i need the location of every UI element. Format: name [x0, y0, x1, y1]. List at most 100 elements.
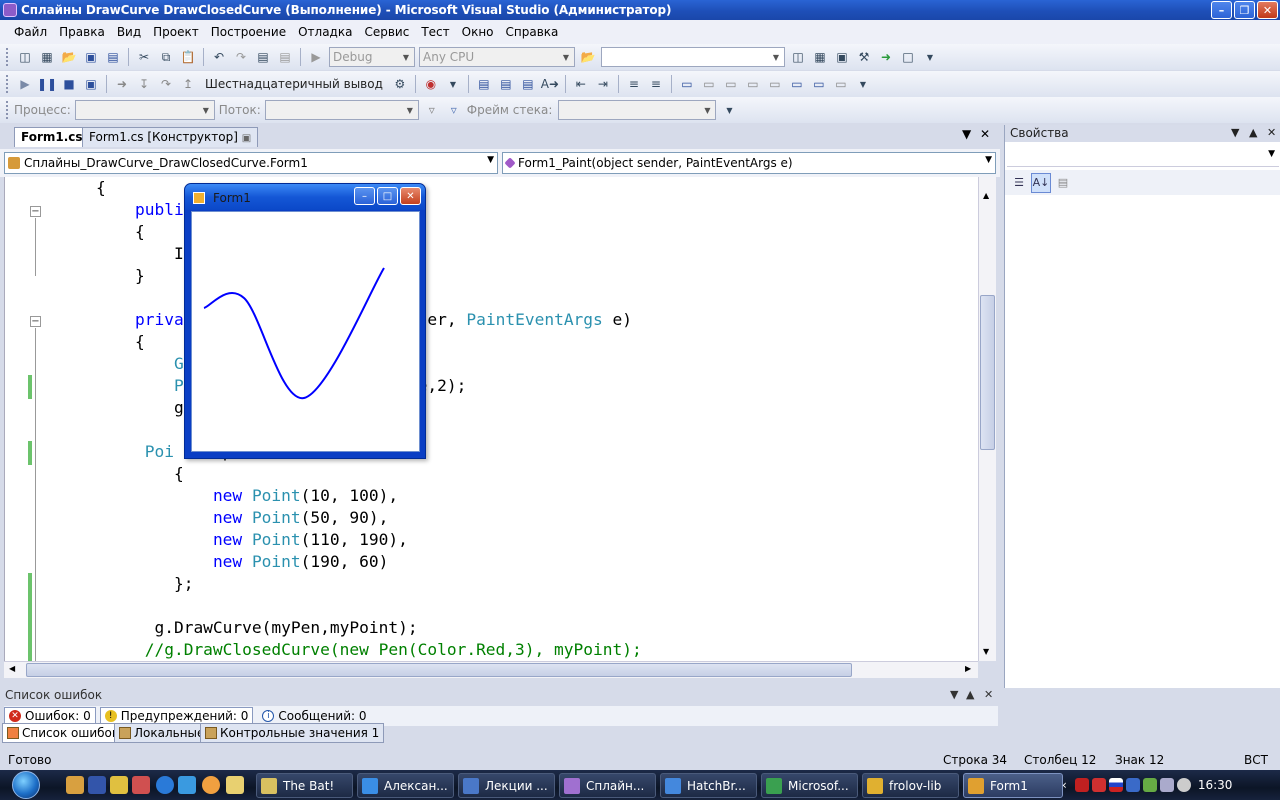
prev-bookmark-doc-icon[interactable]: ▭: [788, 75, 806, 93]
next-bookmark-folder-icon[interactable]: ▭: [766, 75, 784, 93]
next-bookmark-doc-icon[interactable]: ▭: [810, 75, 828, 93]
menu-help[interactable]: Справка: [500, 25, 565, 39]
toolbar-grip[interactable]: [6, 101, 10, 119]
start-icon[interactable]: ▶: [307, 48, 325, 66]
form1-maximize-button[interactable]: □: [377, 187, 398, 205]
taskbar-task-button[interactable]: The Bat!: [256, 773, 353, 798]
code-editor[interactable]: − − { publi { I } priva object sender, P…: [4, 177, 978, 661]
increase-indent-icon[interactable]: ⇥: [594, 75, 612, 93]
editor-horizontal-scrollbar[interactable]: ◀ ▶: [4, 661, 978, 678]
pin-icon[interactable]: ▲: [966, 688, 974, 701]
bookmark-icon[interactable]: ▭: [678, 75, 696, 93]
taskbar-task-button[interactable]: Алексан...: [357, 773, 454, 798]
step-into-icon[interactable]: ↧: [135, 75, 153, 93]
quicklaunch-app-icon[interactable]: [110, 776, 128, 794]
object-select[interactable]: ▼: [1007, 145, 1279, 167]
menu-file[interactable]: Файл: [8, 25, 53, 39]
network-icon[interactable]: [1125, 778, 1140, 792]
taskbar-task-button[interactable]: Сплайн...: [559, 773, 656, 798]
new-project-icon[interactable]: ◫: [16, 48, 34, 66]
flag-icon[interactable]: ▿: [445, 101, 463, 119]
save-icon[interactable]: ▣: [82, 48, 100, 66]
alphabetical-icon[interactable]: A↓: [1031, 172, 1051, 193]
quicklaunch-app2-icon[interactable]: [132, 776, 150, 794]
scroll-down-icon[interactable]: ▼: [983, 647, 989, 656]
property-pages-icon[interactable]: ▤: [1053, 173, 1073, 193]
scroll-right-icon[interactable]: ▶: [965, 664, 971, 673]
categorized-icon[interactable]: ☰: [1009, 173, 1029, 193]
taskbar-task-button[interactable]: HatchBr...: [660, 773, 757, 798]
hex-options-icon[interactable]: ⚙: [391, 75, 409, 93]
class-select[interactable]: Сплайны_DrawCurve_DrawClosedCurve.Form1 …: [4, 152, 498, 174]
scroll-thumb[interactable]: [980, 295, 995, 450]
menu-view[interactable]: Вид: [111, 25, 147, 39]
antivirus-icon[interactable]: [1074, 778, 1089, 792]
menu-tools[interactable]: Сервис: [358, 25, 415, 39]
text-editor-icon-2[interactable]: ▤: [497, 75, 515, 93]
object-browser-icon[interactable]: ▣: [833, 48, 851, 66]
start-button[interactable]: [0, 770, 50, 800]
menu-window[interactable]: Окно: [456, 25, 500, 39]
connection-icon[interactable]: [1159, 778, 1174, 792]
toolbar-overflow-icon[interactable]: ▼: [921, 48, 939, 66]
filter-icon[interactable]: ▿: [423, 101, 441, 119]
restore-button[interactable]: ❐: [1234, 1, 1255, 19]
tray-app-icon[interactable]: [1091, 778, 1106, 792]
scroll-thumb[interactable]: [26, 663, 852, 677]
scroll-left-icon[interactable]: ◀: [9, 664, 15, 673]
menu-debug[interactable]: Отладка: [292, 25, 358, 39]
quicklaunch-save-icon[interactable]: [88, 776, 106, 794]
add-item-icon[interactable]: ▦: [38, 48, 56, 66]
close-button[interactable]: ✕: [1257, 1, 1278, 19]
toolbar-overflow-icon[interactable]: ▼: [720, 101, 738, 119]
pause-icon[interactable]: ❚❚: [37, 75, 57, 93]
tab-watch-1[interactable]: Контрольные значения 1: [200, 723, 385, 743]
toolbar-grip[interactable]: [6, 75, 10, 93]
form1-close-button[interactable]: ✕: [400, 187, 421, 205]
solution-config-select[interactable]: Debug ▼: [329, 47, 415, 67]
minimize-button[interactable]: –: [1211, 1, 1232, 19]
form1-window[interactable]: Form1 – □ ✕: [184, 183, 426, 459]
taskbar-task-button[interactable]: frolov-lib: [862, 773, 959, 798]
process-select[interactable]: ▼: [74, 100, 215, 120]
prev-bookmark-folder-icon[interactable]: ▭: [744, 75, 762, 93]
continue-icon[interactable]: ▶: [16, 75, 34, 93]
menu-build[interactable]: Построение: [205, 25, 292, 39]
pane-dropdown-icon[interactable]: ▼: [950, 688, 958, 701]
collapse-icon[interactable]: −: [30, 316, 41, 327]
undo-icon[interactable]: ↶: [210, 48, 228, 66]
save-all-icon[interactable]: ▤: [104, 48, 122, 66]
start-page-icon[interactable]: ➜: [877, 48, 895, 66]
menu-edit[interactable]: Правка: [53, 25, 111, 39]
text-editor-icon-4[interactable]: A➜: [541, 75, 559, 93]
toolbox-icon[interactable]: ⚒: [855, 48, 873, 66]
quicklaunch-app5-icon[interactable]: [226, 776, 244, 794]
form1-minimize-button[interactable]: –: [354, 187, 375, 205]
pin-icon[interactable]: ▲: [1249, 126, 1257, 139]
copy-icon[interactable]: ⧉: [157, 48, 175, 66]
close-icon[interactable]: ✕: [1267, 126, 1276, 139]
tray-expand-icon[interactable]: ‹: [1062, 778, 1067, 792]
stack-frame-select[interactable]: ▼: [558, 100, 717, 120]
comment-icon[interactable]: ≡: [625, 75, 643, 93]
show-next-statement-icon[interactable]: ➜: [113, 75, 131, 93]
hex-display-button[interactable]: Шестнадцатеричный вывод: [205, 77, 383, 91]
platform-select[interactable]: Any CPU ▼: [419, 47, 575, 67]
properties-window-icon[interactable]: ▦: [811, 48, 829, 66]
next-bookmark-icon[interactable]: ▭: [722, 75, 740, 93]
text-editor-icon-1[interactable]: ▤: [475, 75, 493, 93]
breakpoints-icon[interactable]: ◉: [422, 75, 440, 93]
taskbar-task-button[interactable]: Лекции ...: [458, 773, 555, 798]
form1-title-bar[interactable]: Form1 – □ ✕: [185, 184, 425, 210]
toolbar-grip[interactable]: [6, 48, 10, 66]
editor-vertical-scrollbar[interactable]: ▲ ▼: [978, 177, 996, 661]
internet-explorer-icon[interactable]: [156, 776, 174, 794]
restart-icon[interactable]: ▣: [82, 75, 100, 93]
navigate-icon[interactable]: ▤: [254, 48, 272, 66]
tab-form1-designer[interactable]: Form1.cs [Конструктор] ▣: [82, 127, 259, 147]
tray-app2-icon[interactable]: [1142, 778, 1157, 792]
close-icon[interactable]: ✕: [984, 688, 993, 701]
thread-select[interactable]: ▼: [264, 100, 419, 120]
window-title-bar[interactable]: Сплайны DrawCurve DrawClosedCurve (Выпол…: [0, 0, 1280, 20]
tab-error-list[interactable]: Список ошибок: [2, 723, 125, 743]
